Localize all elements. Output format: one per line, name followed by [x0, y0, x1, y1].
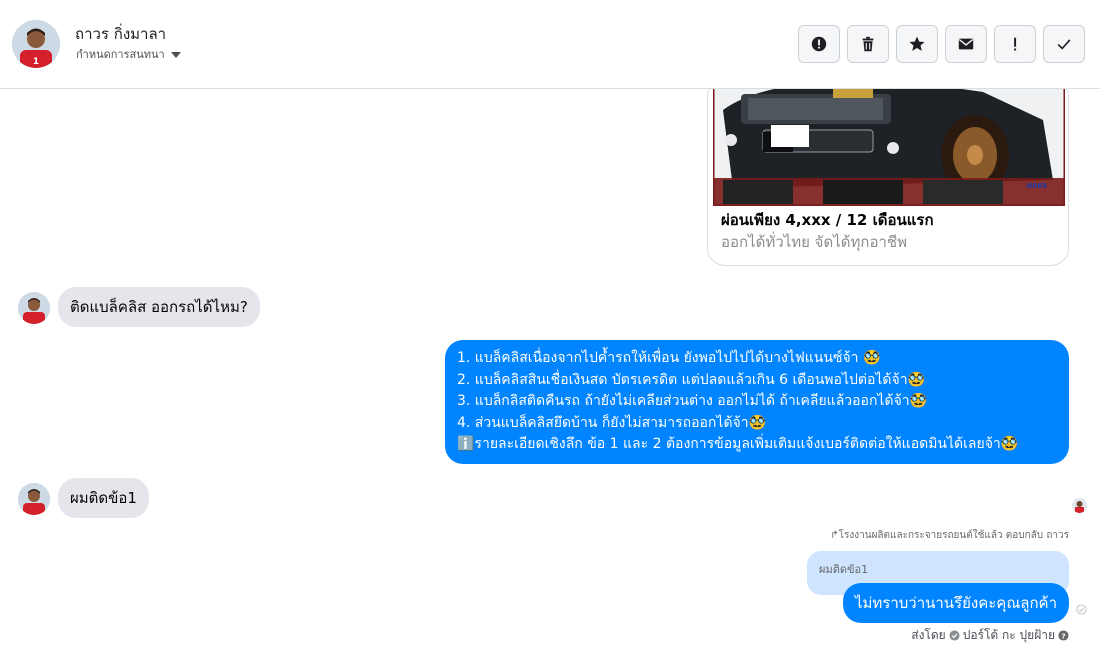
verified-check-icon — [949, 630, 960, 641]
incoming-message[interactable]: ติดแบล็คลิส ออกรถได้ไหม? — [58, 287, 260, 327]
contact-avatar-small[interactable] — [18, 292, 50, 324]
delete-button[interactable] — [847, 25, 889, 63]
checkmark-icon — [1057, 39, 1071, 50]
conversation-options-dropdown[interactable]: กำหนดการสนทนา — [76, 45, 181, 63]
seen-avatar — [1072, 498, 1087, 513]
mark-done-button[interactable] — [1043, 25, 1085, 63]
conversation-toolbar — [798, 25, 1085, 63]
sent-by-name[interactable]: ปอร์โต้ กะ ปุยฝ้าย — [963, 626, 1055, 645]
help-icon[interactable]: ? — [1058, 630, 1069, 641]
mark-unread-button[interactable] — [945, 25, 987, 63]
message-line: 2. แบล็คลิสสินเชื่อเงินสด บัตรเครดิต แต่… — [457, 371, 926, 388]
star-icon — [909, 36, 925, 51]
message-line: 4. ส่วนแบล็คลิสยึดบ้าน ก็ยังไม่สามารถออก… — [457, 414, 767, 431]
incoming-message[interactable]: ผมติดข้อ1 — [58, 478, 149, 518]
envelope-icon — [958, 38, 974, 50]
exclamation-icon — [1014, 37, 1017, 51]
conversation-header: 1 ถาวร กิ่งมาลา กำหนดการสนทนา — [0, 0, 1100, 89]
outgoing-reply-message[interactable]: ไม่ทราบว่านานรึยังคะคุณลูกค้า — [842, 583, 1069, 623]
svg-text:1: 1 — [33, 57, 39, 67]
message-line: 1. แบล็คลิสเนื่องจากไปค้ำรถให้เพื่อน ยัง… — [457, 350, 881, 366]
sent-by-prefix: ส่งโดย — [911, 628, 946, 642]
contact-avatar[interactable]: 1 — [12, 20, 60, 68]
svg-text:?: ? — [1061, 631, 1065, 640]
follow-up-button[interactable] — [994, 25, 1036, 63]
conversation-options-label: กำหนดการสนทนา — [76, 48, 165, 61]
mark-spam-button[interactable] — [798, 25, 840, 63]
shared-product-card[interactable]: H069 ผ่อนเพียง 4,xxx / 12 เดือนแรก ออกได… — [707, 89, 1069, 266]
message-thread[interactable]: H069 ผ่อนเพียง 4,xxx / 12 เดือนแรก ออกได… — [0, 89, 1100, 667]
alert-circle-icon — [811, 36, 827, 52]
contact-avatar-small[interactable] — [18, 483, 50, 515]
sent-check-icon — [1076, 604, 1087, 615]
reply-context-note: ↱โรงงานผลิตและกระจายรถยนต์ใช้แล้ว ตอบกลั… — [830, 530, 1069, 541]
message-line: ℹ️รายละเอียดเชิงลึก ข้อ 1 และ 2 ต้องการข… — [457, 436, 1019, 452]
card-subtitle: ออกได้ทั่วไทย จัดได้ทุกอาชีพ — [721, 233, 907, 251]
product-image[interactable]: H069 — [713, 89, 1065, 206]
card-title[interactable]: ผ่อนเพียง 4,xxx / 12 เดือนแรก — [721, 208, 934, 232]
sent-by-row: ส่งโดย ปอร์โต้ กะ ปุยฝ้าย ? — [911, 626, 1069, 645]
outgoing-message[interactable]: 1. แบล็คลิสเนื่องจากไปค้ำรถให้เพื่อน ยัง… — [445, 340, 1069, 464]
contact-name[interactable]: ถาวร กิ่งมาลา — [75, 22, 166, 46]
message-line: 3. แบล็กลิสติดคืนรถ ถ้ายังไม่เคลียส่วนต่… — [457, 393, 928, 409]
star-button[interactable] — [896, 25, 938, 63]
trash-icon — [862, 36, 874, 52]
caret-down-icon — [170, 51, 181, 58]
image-tag: H069 — [1027, 182, 1048, 190]
